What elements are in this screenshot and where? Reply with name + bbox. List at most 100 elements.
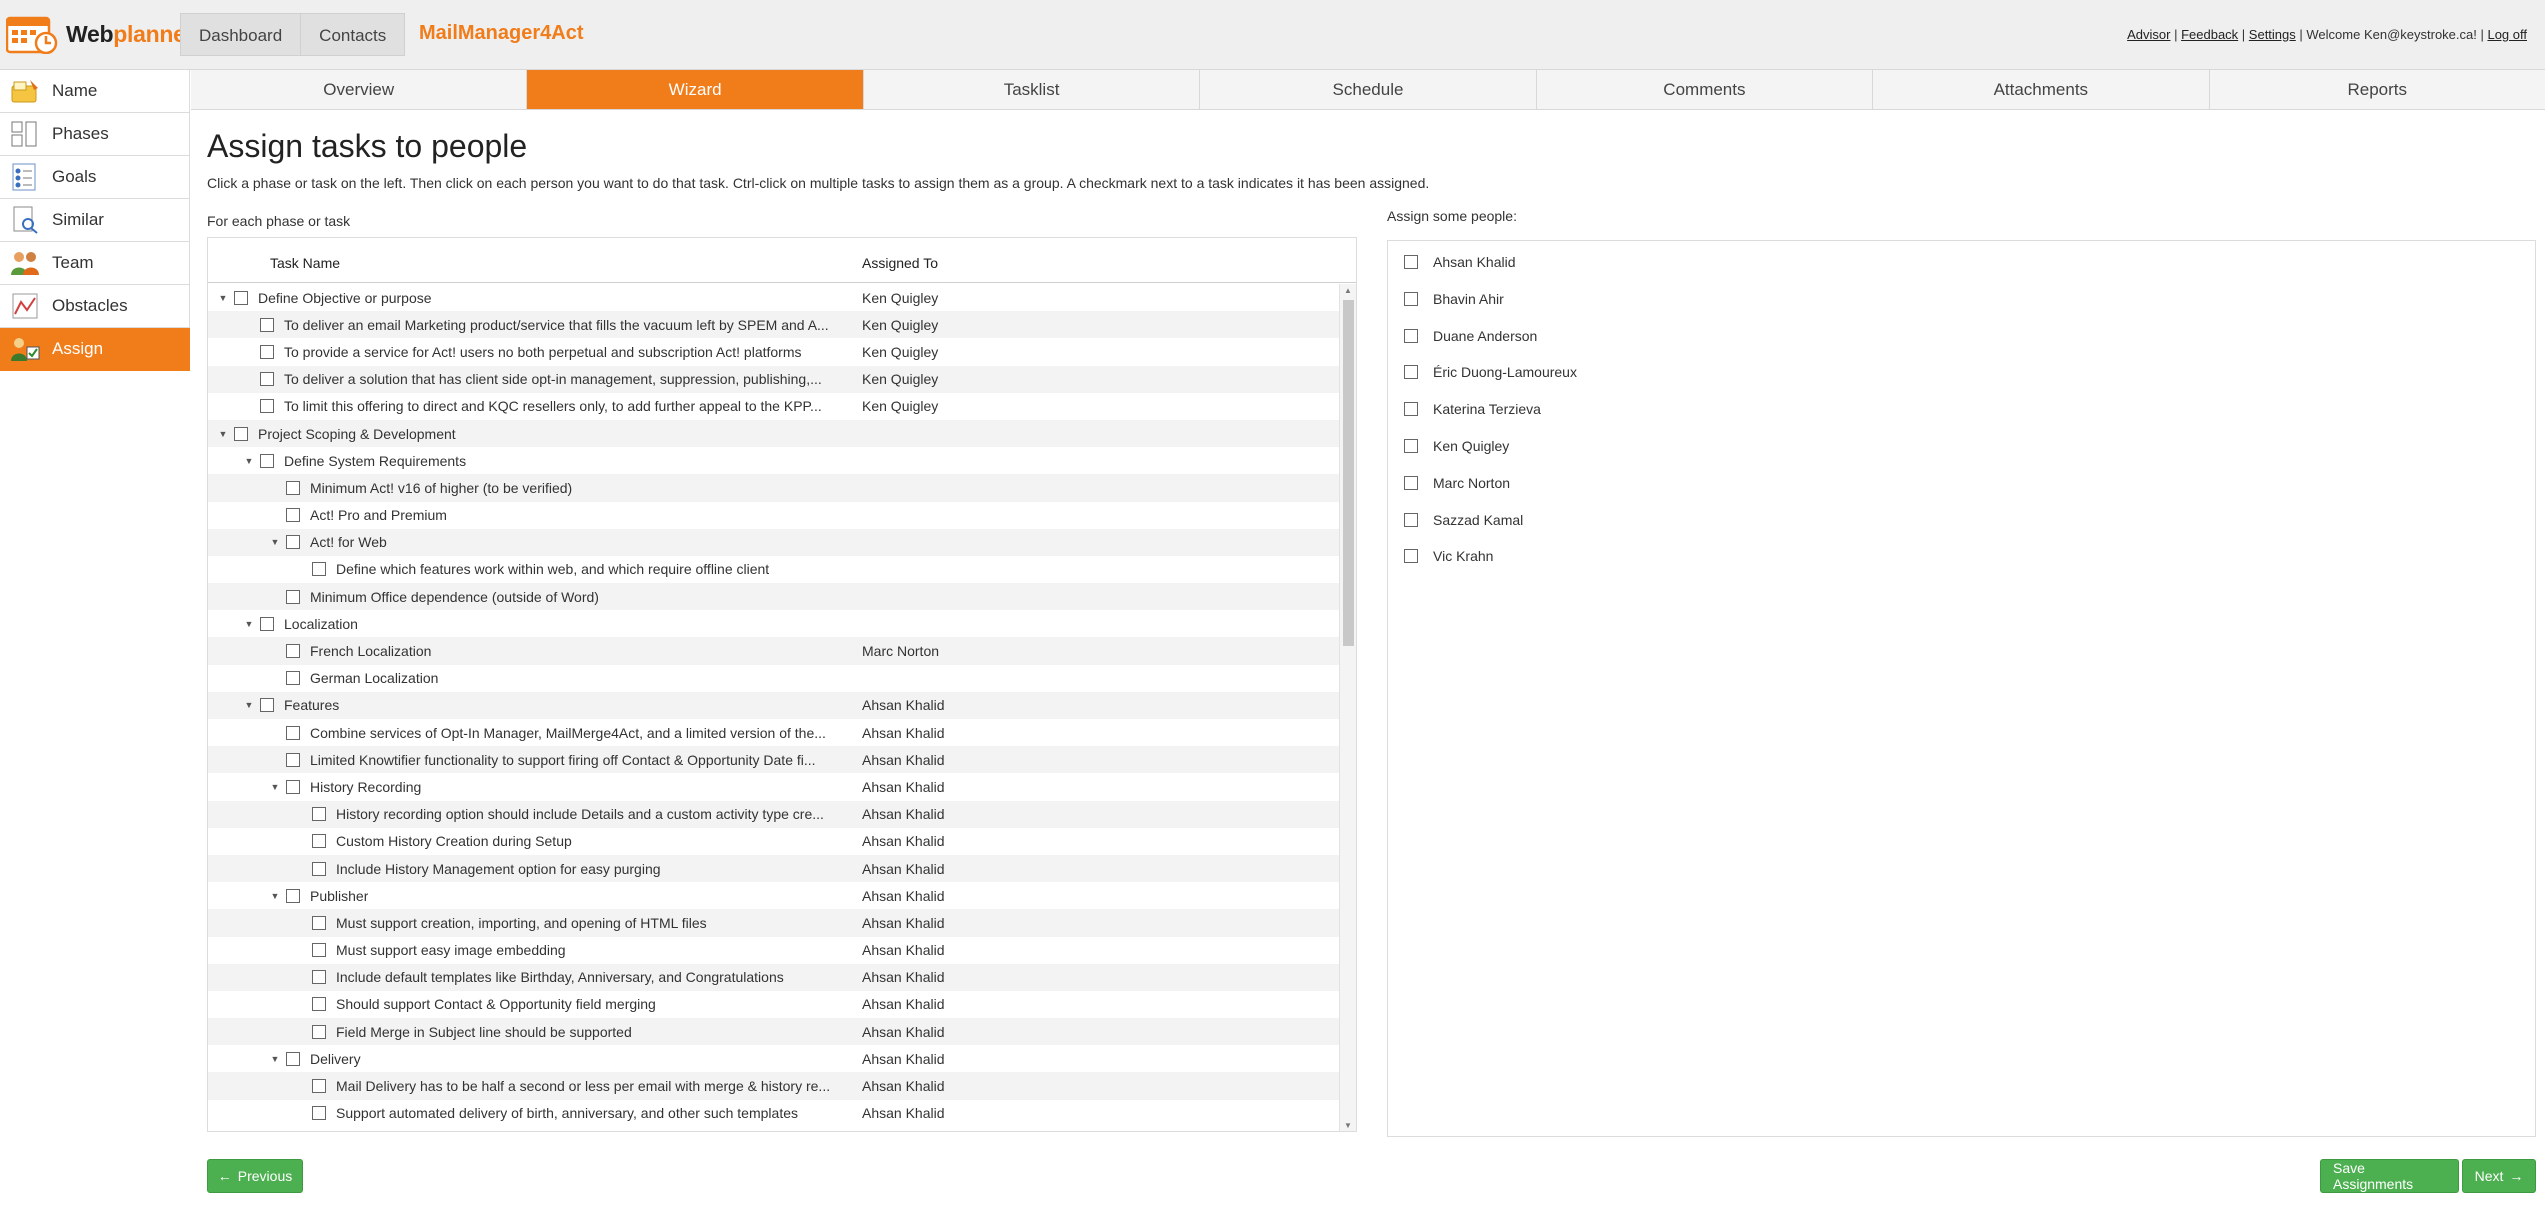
task-checkbox[interactable] [286,589,300,604]
task-row[interactable]: Should support Contact & Opportunity fie… [208,991,1340,1018]
task-checkbox[interactable] [260,372,274,387]
nav-contacts[interactable]: Contacts [300,13,406,56]
tab-comments[interactable]: Comments [1536,70,1874,109]
task-checkbox[interactable] [260,698,274,713]
sidebar-item-obstacles[interactable]: Obstacles [0,285,190,328]
person-item[interactable]: Katerina Terzieva [1404,401,1541,417]
task-checkbox[interactable] [286,888,300,903]
task-checkbox[interactable] [312,861,326,876]
task-checkbox[interactable] [260,317,274,332]
person-checkbox[interactable] [1404,475,1418,490]
save-assignments-button[interactable]: Save Assignments [2320,1159,2459,1193]
person-item[interactable]: Duane Anderson [1404,328,1537,344]
person-checkbox[interactable] [1404,255,1418,269]
task-checkbox[interactable] [286,535,300,550]
sidebar-item-name[interactable]: Name [0,70,190,113]
nav-dashboard[interactable]: Dashboard [180,13,301,56]
person-item[interactable]: Éric Duong-Lamoureux [1404,364,1577,380]
person-checkbox[interactable] [1404,512,1418,527]
task-row[interactable]: To limit this offering to direct and KQC… [208,393,1340,420]
person-checkbox[interactable] [1404,365,1418,380]
column-header-task-name[interactable]: Task Name [270,255,340,271]
advisor-link[interactable]: Advisor [2127,27,2170,42]
tab-wizard[interactable]: Wizard [527,70,864,109]
sidebar-item-team[interactable]: Team [0,242,190,285]
person-item[interactable]: Ahsan Khalid [1404,254,1516,270]
task-checkbox[interactable] [286,644,300,659]
task-checkbox[interactable] [286,779,300,794]
task-row[interactable]: ▼ Define Objective or purpose Ken Quigley [208,284,1340,311]
expand-caret-icon[interactable]: ▼ [242,700,256,710]
task-row[interactable]: Act! Pro and Premium [208,502,1340,529]
task-checkbox[interactable] [312,943,326,958]
expand-caret-icon[interactable]: ▼ [242,619,256,629]
person-checkbox[interactable] [1404,439,1418,453]
scroll-thumb[interactable] [1343,300,1354,646]
task-row[interactable]: French Localization Marc Norton [208,637,1340,665]
sidebar-item-phases[interactable]: Phases [0,113,190,156]
person-checkbox[interactable] [1404,291,1418,306]
task-row[interactable]: ▼ Project Scoping & Development [208,419,1340,448]
task-row[interactable]: Must support creation, importing, and op… [208,909,1340,937]
person-checkbox[interactable] [1404,328,1418,343]
person-item[interactable]: Sazzad Kamal [1404,512,1523,528]
tab-tasklist[interactable]: Tasklist [863,70,1201,109]
person-item[interactable]: Bhavin Ahir [1404,291,1504,307]
task-row[interactable]: Include default templates like Birthday,… [208,963,1340,991]
person-checkbox[interactable] [1404,549,1418,564]
person-checkbox[interactable] [1404,402,1418,417]
task-row[interactable]: Minimum Office dependence (outside of Wo… [208,583,1340,611]
task-row[interactable]: Support automated delivery of birth, ann… [208,1100,1340,1127]
task-checkbox[interactable] [286,725,300,740]
task-checkbox[interactable] [260,453,274,468]
task-row[interactable]: To deliver a solution that has client si… [208,365,1340,393]
task-checkbox[interactable] [312,1106,326,1121]
task-checkbox[interactable] [286,1051,300,1066]
task-row[interactable]: ▼ Act! for Web [208,528,1340,556]
task-checkbox[interactable] [260,344,274,359]
task-checkbox[interactable] [312,970,326,985]
task-row[interactable]: History recording option should include … [208,800,1340,828]
settings-link[interactable]: Settings [2249,27,2296,42]
task-checkbox[interactable] [260,616,274,631]
task-checkbox[interactable] [312,834,326,849]
task-row[interactable]: Must support easy image embedding Ahsan K… [208,937,1340,964]
task-row[interactable]: Minimum Act! v16 of higher (to be verifi… [208,474,1340,502]
sidebar-item-assign[interactable]: Assign [0,328,190,371]
task-checkbox[interactable] [312,997,326,1012]
sidebar-item-similar[interactable]: Similar [0,199,190,242]
task-row[interactable]: Field Merge in Subject line should be su… [208,1018,1340,1046]
task-row[interactable]: To provide a service for Act! users no b… [208,338,1340,365]
scroll-up-icon[interactable]: ▲ [1340,286,1356,295]
previous-button[interactable]: ← Previous [207,1159,303,1193]
person-item[interactable]: Marc Norton [1404,475,1510,491]
expand-caret-icon[interactable]: ▼ [242,456,256,466]
task-checkbox[interactable] [286,671,300,686]
task-row[interactable]: Define which features work within web, a… [208,556,1340,583]
task-row[interactable]: ▼ Define System Requirements [208,447,1340,474]
task-row[interactable]: Limited Knowtifier functionality to supp… [208,746,1340,774]
task-checkbox[interactable] [286,480,300,495]
logoff-link[interactable]: Log off [2487,27,2527,42]
tab-overview[interactable]: Overview [191,70,528,109]
task-tree-scrollbar[interactable]: ▲ ▼ [1339,284,1356,1131]
feedback-link[interactable]: Feedback [2181,27,2238,42]
task-row[interactable]: Include History Management option for ea… [208,854,1340,883]
tab-schedule[interactable]: Schedule [1200,70,1537,109]
expand-caret-icon[interactable]: ▼ [268,537,282,547]
task-row[interactable]: ▼ Publisher Ahsan Khalid [208,882,1340,909]
task-row[interactable]: ▼ Delivery Ahsan Khalid [208,1045,1340,1072]
task-checkbox[interactable] [234,426,248,441]
task-checkbox[interactable] [312,1079,326,1094]
task-checkbox[interactable] [312,807,326,822]
sidebar-item-goals[interactable]: Goals [0,156,190,199]
task-row[interactable]: ▼ Features Ahsan Khalid [208,691,1340,719]
task-row[interactable]: ▼ Localization [208,610,1340,637]
task-checkbox[interactable] [286,508,300,523]
column-header-assigned-to[interactable]: Assigned To [862,255,938,271]
expand-caret-icon[interactable]: ▼ [268,891,282,901]
task-row[interactable]: Custom History Creation during Setup Ahsa… [208,828,1340,855]
next-button[interactable]: Next → [2462,1159,2536,1193]
tab-reports[interactable]: Reports [2209,70,2545,109]
task-checkbox[interactable] [312,915,326,930]
